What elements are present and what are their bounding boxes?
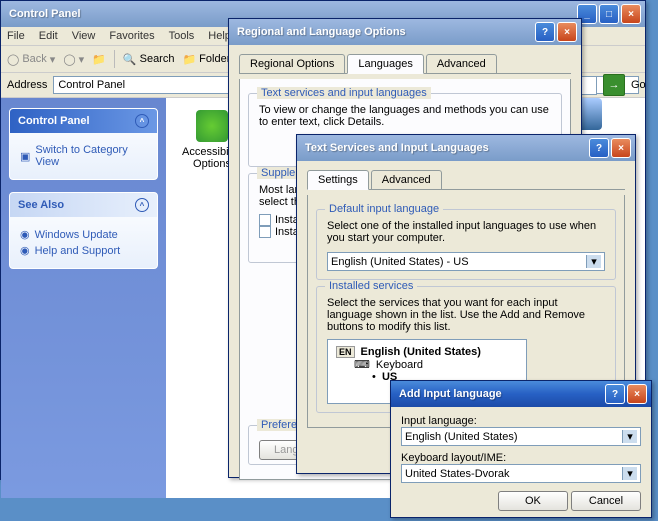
group-text-services: Text services and input languages [257,87,431,99]
keyboard-icon: ⌨ [354,358,370,371]
checkbox-install[interactable] [259,226,271,238]
help-support-link[interactable]: ◉ Help and Support [20,244,147,257]
keyboard-layout-label: Keyboard layout/IME: [401,452,641,464]
regional-title: Regional and Language Options [233,26,533,38]
lang-code-badge: EN [336,346,355,358]
tab-advanced[interactable]: Advanced [426,54,497,73]
default-language-select[interactable]: English (United States) - US▾ [327,252,605,271]
tab-advanced[interactable]: Advanced [371,170,442,189]
help-button[interactable]: ? [589,138,609,158]
keyboard-layout-select[interactable]: United States-Dvorak▾ [401,464,641,483]
menu-edit[interactable]: Edit [39,30,58,42]
go-button[interactable]: → [603,74,625,96]
ok-button[interactable]: OK [498,491,568,511]
collapse-icon[interactable]: ^ [135,114,149,128]
switch-view-link[interactable]: ▣ Switch to Category View [20,144,147,168]
addlang-titlebar[interactable]: Add Input language ? × [391,381,651,407]
tab-regional-options[interactable]: Regional Options [239,54,345,73]
tsil-titlebar[interactable]: Text Services and Input Languages ? × [297,135,635,161]
tab-languages[interactable]: Languages [347,54,423,74]
windows-update-link[interactable]: ◉ Windows Update [20,228,147,241]
default-input-desc: Select one of the installed input langua… [327,220,605,244]
see-also-header: See Also ^ [10,193,157,217]
menu-file[interactable]: File [7,30,25,42]
forward-button[interactable]: ◯ ▾ [63,53,84,66]
search-button[interactable]: 🔍 Search [123,53,175,66]
input-language-label: Input language: [401,415,641,427]
go-label: Go [631,79,646,91]
menu-view[interactable]: View [72,30,96,42]
close-button[interactable]: × [557,22,577,42]
maximize-button[interactable]: □ [599,4,619,24]
side-pane: Control Panel ^ ▣ Switch to Category Vie… [1,98,166,498]
menu-tools[interactable]: Tools [169,30,195,42]
checkbox-thai[interactable] [259,214,271,226]
tab-settings[interactable]: Settings [307,170,369,190]
cancel-button[interactable]: Cancel [571,491,641,511]
text-services-desc: To view or change the languages and meth… [259,104,551,128]
installed-desc: Select the services that you want for ea… [327,297,605,333]
tsil-tabs: Settings Advanced [307,170,625,190]
menu-favorites[interactable]: Favorites [109,30,154,42]
close-button[interactable]: × [621,4,641,24]
up-button[interactable]: 📁 [92,53,106,66]
side-panel-header: Control Panel ^ [10,109,157,133]
tsil-title: Text Services and Input Languages [301,142,587,154]
back-button[interactable]: ◯ Back ▾ [7,53,55,66]
regional-tabs: Regional Options Languages Advanced [239,54,571,74]
collapse-icon[interactable]: ^ [135,198,149,212]
addlang-title: Add Input language [395,388,603,400]
close-button[interactable]: × [611,138,631,158]
add-input-language-dialog: Add Input language ? × Input language: E… [390,380,652,518]
group-installed-services: Installed services [325,280,417,292]
help-button[interactable]: ? [605,384,625,404]
help-button[interactable]: ? [535,22,555,42]
address-label: Address [7,79,47,91]
input-language-select[interactable]: English (United States)▾ [401,427,641,446]
group-default-input: Default input language [325,203,443,215]
close-button[interactable]: × [627,384,647,404]
regional-titlebar[interactable]: Regional and Language Options ? × [229,19,581,45]
